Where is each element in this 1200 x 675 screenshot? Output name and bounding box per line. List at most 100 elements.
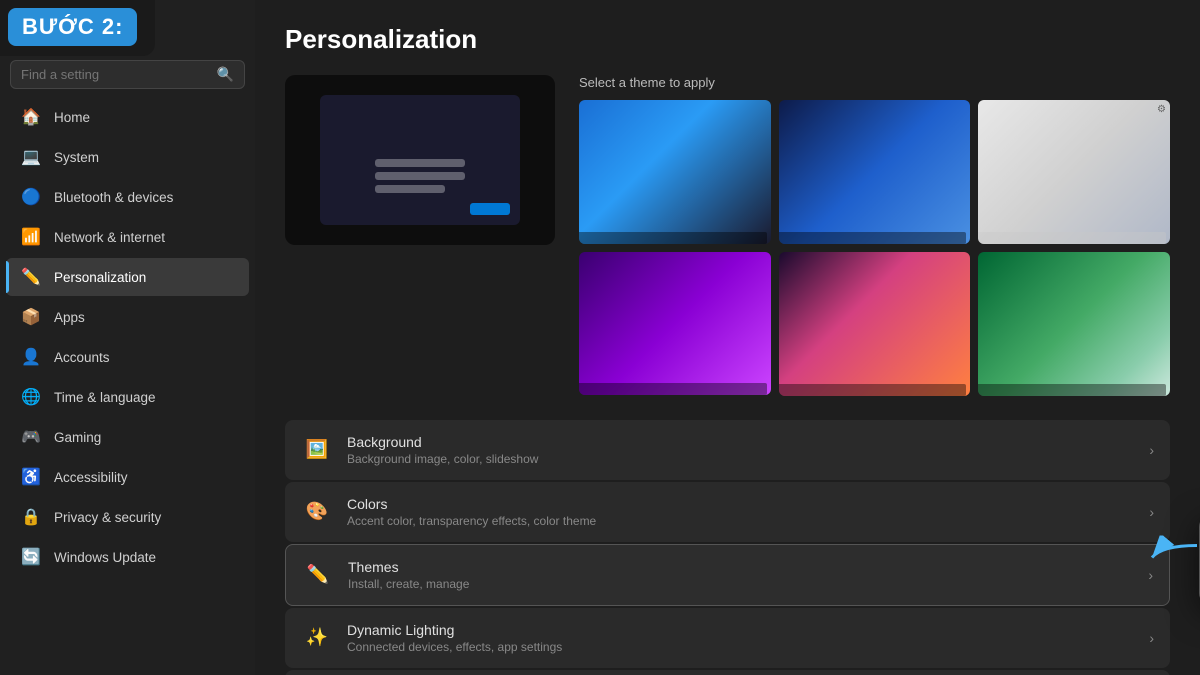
theme-thumb-inner-3 [978, 100, 1170, 244]
gaming-icon: 🎮 [20, 426, 42, 448]
sidebar-item-label-accessibility: Accessibility [54, 470, 128, 485]
accounts-icon: 👤 [20, 346, 42, 368]
theme-thumb-6[interactable] [978, 252, 1170, 396]
sidebar-item-privacy[interactable]: 🔒 Privacy & security [6, 498, 249, 536]
network-icon: 📶 [20, 226, 42, 248]
theme-thumb-4[interactable] [579, 252, 771, 396]
settings-item-background[interactable]: 🖼️ Background Background image, color, s… [285, 420, 1170, 480]
theme-taskbar-1 [579, 232, 767, 244]
sidebar-item-label-network: Network & internet [54, 230, 165, 245]
dynamic-lighting-title: Dynamic Lighting [347, 622, 1149, 638]
theme-thumb-inner-5 [779, 252, 971, 396]
sidebar-item-network[interactable]: 📶 Network & internet [6, 218, 249, 256]
search-icon: 🔍 [217, 66, 234, 83]
themes-title: Themes [348, 559, 1148, 575]
bluetooth-icon: 🔵 [20, 186, 42, 208]
time-icon: 🌐 [20, 386, 42, 408]
sidebar-item-apps[interactable]: 📦 Apps [6, 298, 249, 336]
search-input[interactable] [21, 67, 217, 82]
settings-item-colors[interactable]: 🎨 Colors Accent color, transparency effe… [285, 482, 1170, 542]
theme-preview [285, 75, 555, 245]
accessibility-icon: ♿ [20, 466, 42, 488]
themes-text: Themes Install, create, manage [348, 559, 1148, 591]
background-text: Background Background image, color, slid… [347, 434, 1149, 466]
dynamic-lighting-subtitle: Connected devices, effects, app settings [347, 640, 1149, 654]
theme-thumb-inner-2 [779, 100, 971, 244]
theme-thumb-inner-4 [579, 252, 771, 396]
background-chevron: › [1149, 442, 1154, 458]
windows-update-icon: 🔄 [20, 546, 42, 568]
preview-line-3 [375, 185, 445, 193]
sidebar-item-label-time: Time & language [54, 390, 156, 405]
theme-preview-inner [320, 95, 520, 225]
main-content: Personalization Select a theme to apply [255, 0, 1200, 675]
colors-title: Colors [347, 496, 1149, 512]
theme-taskbar-6 [978, 384, 1166, 396]
theme-section: Select a theme to apply [285, 75, 1170, 396]
theme-taskbar-2 [779, 232, 967, 244]
sidebar-item-label-privacy: Privacy & security [54, 510, 161, 525]
preview-lines [375, 159, 465, 193]
sidebar-item-bluetooth[interactable]: 🔵 Bluetooth & devices [6, 178, 249, 216]
settings-item-dynamic-lighting[interactable]: ✨ Dynamic Lighting Connected devices, ef… [285, 608, 1170, 668]
sidebar-item-label-windows-update: Windows Update [54, 550, 156, 565]
dynamic-lighting-text: Dynamic Lighting Connected devices, effe… [347, 622, 1149, 654]
apps-icon: 📦 [20, 306, 42, 328]
sidebar-item-label-accounts: Accounts [54, 350, 110, 365]
theme-thumb-5[interactable] [779, 252, 971, 396]
sidebar-item-accounts[interactable]: 👤 Accounts [6, 338, 249, 376]
preview-line-2 [375, 172, 465, 180]
sidebar: BƯỚC 2: 🔍 🏠 Home 💻 System 🔵 Bluetooth & … [0, 0, 255, 675]
sidebar-item-gaming[interactable]: 🎮 Gaming [6, 418, 249, 456]
sidebar-item-system[interactable]: 💻 System [6, 138, 249, 176]
sidebar-item-personalization[interactable]: ✏️ Personalization [6, 258, 249, 296]
settings-item-themes[interactable]: ✏️ Themes Install, create, manage › [285, 544, 1170, 606]
background-title: Background [347, 434, 1149, 450]
buoc2-label: BƯỚC 2: [8, 8, 137, 46]
sidebar-item-label-personalization: Personalization [54, 270, 146, 285]
tooltip-arrow-svg [1142, 535, 1200, 579]
theme-thumb-inner-6 [978, 252, 1170, 396]
background-icon: 🖼️ [301, 434, 333, 466]
personalization-icon: ✏️ [20, 266, 42, 288]
sidebar-item-time[interactable]: 🌐 Time & language [6, 378, 249, 416]
colors-chevron: › [1149, 504, 1154, 520]
privacy-icon: 🔒 [20, 506, 42, 528]
buoc2-badge: BƯỚC 2: [0, 0, 155, 56]
theme-thumb-inner-1 [579, 100, 771, 244]
settings-item-lock-screen[interactable]: 🖥️ Lock screen Lock screen images, apps,… [285, 670, 1170, 675]
theme-select-section: Select a theme to apply [579, 75, 1170, 396]
preview-button [470, 203, 510, 215]
sidebar-item-windows-update[interactable]: 🔄 Windows Update [6, 538, 249, 576]
sidebar-item-label-system: System [54, 150, 99, 165]
sidebar-item-label-apps: Apps [54, 310, 85, 325]
search-box[interactable]: 🔍 [10, 60, 245, 89]
tooltip-arrow-container [1142, 535, 1200, 584]
theme-taskbar-5 [779, 384, 967, 396]
colors-text: Colors Accent color, transparency effect… [347, 496, 1149, 528]
theme-thumb-3[interactable] [978, 100, 1170, 244]
dynamic-lighting-chevron: › [1149, 630, 1154, 646]
active-bar [6, 261, 9, 293]
theme-taskbar-4 [579, 383, 767, 395]
preview-line-1 [375, 159, 465, 167]
sidebar-item-label-bluetooth: Bluetooth & devices [54, 190, 173, 205]
theme-thumb-1[interactable] [579, 100, 771, 244]
themes-subtitle: Install, create, manage [348, 577, 1148, 591]
theme-thumb-2[interactable] [779, 100, 971, 244]
page-title: Personalization [285, 24, 1170, 55]
sidebar-item-label-gaming: Gaming [54, 430, 101, 445]
colors-subtitle: Accent color, transparency effects, colo… [347, 514, 1149, 528]
colors-icon: 🎨 [301, 496, 333, 528]
sidebar-item-home[interactable]: 🏠 Home [6, 98, 249, 136]
theme-grid [579, 100, 1170, 396]
theme-taskbar-3 [978, 232, 1166, 244]
background-subtitle: Background image, color, slideshow [347, 452, 1149, 466]
themes-icon: ✏️ [302, 559, 334, 591]
sidebar-item-accessibility[interactable]: ♿ Accessibility [6, 458, 249, 496]
system-icon: 💻 [20, 146, 42, 168]
home-icon: 🏠 [20, 106, 42, 128]
sidebar-item-label-home: Home [54, 110, 90, 125]
theme-select-label: Select a theme to apply [579, 75, 1170, 90]
dynamic-lighting-icon: ✨ [301, 622, 333, 654]
